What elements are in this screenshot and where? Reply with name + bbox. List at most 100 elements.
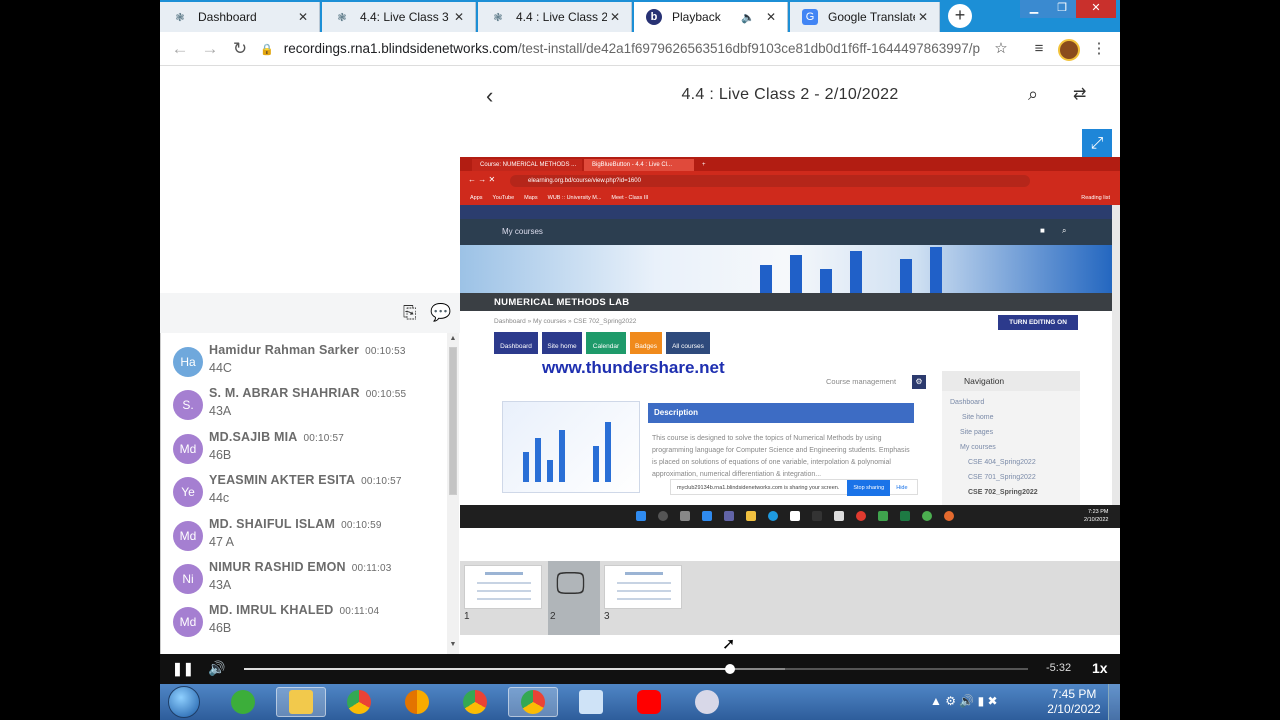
bookmark-star-icon[interactable]: ☆ [990, 38, 1012, 60]
remote-desktop-glyph [579, 690, 603, 714]
navigation-block: Navigation Dashboard Site home Site page… [942, 371, 1080, 511]
volume-icon[interactable]: 🔊 [208, 660, 225, 677]
windows-logo-icon [636, 511, 646, 521]
speaker-icon[interactable]: 🔈 [741, 11, 755, 24]
course-management-label: Course management [826, 377, 897, 386]
slide-thumbnail-active[interactable]: 🖵 [548, 561, 600, 635]
snipping-tool-icon[interactable] [682, 687, 732, 717]
chrome-canary-icon[interactable] [392, 687, 442, 717]
bookmark: Maps [524, 195, 538, 201]
chrome-profile-icon[interactable] [450, 687, 500, 717]
close-window-button[interactable]: ✕ [1076, 0, 1116, 18]
tab-title: Playback [672, 10, 721, 24]
nav-allcourses-button: All courses [666, 332, 710, 354]
folder-glyph [289, 690, 313, 714]
slide-thumbnail[interactable] [464, 565, 542, 609]
minimize-button[interactable]: ▁ [1020, 0, 1048, 18]
tab-google-translate[interactable]: G Google Translate ✕ [790, 2, 940, 32]
copy-icon[interactable]: ⎘ [403, 303, 417, 323]
chrome-icon[interactable] [334, 687, 384, 717]
chat-scrollbar[interactable]: ▲ ▼ [447, 333, 459, 654]
nav-item: Dashboard [950, 399, 985, 406]
pause-icon[interactable]: ❚❚ [172, 661, 194, 677]
message-text: 44C [209, 361, 232, 375]
message-text: 46B [209, 448, 232, 462]
close-icon[interactable]: ✕ [915, 10, 931, 24]
sender-name: S. M. ABRAR SHAHRIAR [209, 386, 360, 400]
scrollbar-thumb[interactable] [449, 347, 457, 495]
tab-live-class-3[interactable]: ❃ 4.4: Live Class 3 ✕ [322, 2, 476, 32]
scroll-up-arrow-icon[interactable]: ▲ [449, 335, 457, 342]
chat-message: Ha Hamidur Rahman Sarker 00:10:53 44C [171, 343, 441, 387]
sender-name: MD. SHAIFUL ISLAM [209, 517, 336, 531]
close-icon[interactable]: ✕ [451, 10, 467, 24]
close-icon[interactable]: ✕ [607, 10, 623, 24]
chat-message: Ye YEASMIN AKTER ESITA 00:10:57 44c [171, 473, 441, 517]
forward-arrow-icon[interactable]: → [198, 38, 222, 60]
tab-dashboard[interactable]: ❃ Dashboard ✕ [160, 2, 320, 32]
close-icon[interactable]: ✕ [763, 10, 779, 24]
file-explorer-icon[interactable] [276, 687, 326, 717]
chat-icon[interactable]: 💬 [430, 303, 451, 323]
new-tab-button[interactable]: + [948, 4, 972, 28]
video-site-navbar: My courses ■ ⌕ [460, 219, 1112, 245]
back-arrow-icon[interactable]: ← [168, 38, 192, 60]
chrome-active-icon[interactable] [508, 687, 558, 717]
bookmark: WUB :: University M... [547, 195, 602, 201]
swap-icon[interactable]: ⇄ [1073, 84, 1086, 104]
monitor-icon: 🖵 [556, 567, 585, 600]
remote-desktop-icon[interactable] [566, 687, 616, 717]
maximize-button[interactable]: ❐ [1048, 0, 1076, 18]
firefox-icon [944, 511, 954, 521]
bolt-icon [812, 511, 822, 521]
banner-bar [930, 247, 942, 295]
bookmark-icon: ■ [1040, 226, 1045, 235]
search-icon[interactable]: ⌕ [1028, 84, 1038, 105]
chat-messages: Ha Hamidur Rahman Sarker 00:10:53 44C S. … [160, 333, 460, 654]
youtube-icon[interactable] [624, 687, 674, 717]
thumb-line [617, 590, 671, 592]
seek-bar[interactable] [244, 664, 1028, 674]
tab-live-class-2[interactable]: ❃ 4.4 : Live Class 2 ✕ [478, 2, 632, 32]
media-center-icon[interactable] [218, 687, 268, 717]
close-icon[interactable]: ✕ [295, 10, 311, 24]
watermark-text: www.thundershare.net [542, 358, 725, 377]
fullscreen-button[interactable]: ⤢ [1082, 129, 1112, 159]
profile-avatar[interactable] [1058, 39, 1080, 61]
banner-bar [850, 251, 862, 295]
slide-thumbnail[interactable] [604, 565, 682, 609]
taskbar-clock[interactable]: 7:45 PM 2/10/2022 [1042, 687, 1106, 717]
opera-icon [856, 511, 866, 521]
chat-message: S. S. M. ABRAR SHAHRIAR 00:10:55 43A [171, 386, 441, 430]
store-icon [790, 511, 800, 521]
video-tab-course: Course: NUMERICAL METHODS ... [472, 159, 582, 171]
avatar: Md [173, 607, 203, 637]
system-tray-icons[interactable]: ▲ ⚙ 🔊 ▮ ✖ [930, 694, 998, 708]
scroll-down-arrow-icon[interactable]: ▼ [449, 641, 457, 648]
reading-list: Reading list [1081, 195, 1110, 201]
tab-playback[interactable]: b Playback 🔈 ✕ [634, 2, 788, 32]
tab-title: Dashboard [198, 10, 257, 24]
reload-icon[interactable]: ↻ [228, 38, 252, 60]
video-browser-tabs: Course: NUMERICAL METHODS ... BigBlueBut… [460, 157, 1120, 171]
chrome-icon [922, 511, 932, 521]
avatar: Md [173, 521, 203, 551]
message-text: 46B [209, 621, 232, 635]
reading-list-icon[interactable]: ≡ [1028, 38, 1050, 60]
speed-button[interactable]: 1x [1092, 660, 1108, 676]
show-desktop-button[interactable] [1108, 684, 1120, 720]
stop-sharing-button: Stop sharing [847, 480, 891, 496]
player-controls: ❚❚ 🔊 -5:32 1x [160, 654, 1120, 684]
screenshare-video[interactable]: Course: NUMERICAL METHODS ... BigBlueBut… [460, 157, 1120, 528]
menu-icon[interactable]: ⋮ [1088, 38, 1110, 60]
address-bar[interactable]: 🔒 recordings.rna1.blindsidenetworks.com/t… [260, 37, 980, 61]
video-clock-date: 2/10/2022 [1084, 517, 1109, 523]
nav-sitehome-button: Site home [542, 332, 582, 354]
avatar: Md [173, 434, 203, 464]
avatar: Ni [173, 564, 203, 594]
banner-bar [790, 255, 802, 295]
start-orb-icon[interactable] [168, 686, 200, 718]
description-text: This course is designed to solve the top… [652, 435, 910, 478]
video-address-bar: ← → ✕ elearning.org.bd/course/view.php?i… [460, 171, 1120, 191]
seek-handle[interactable] [725, 664, 736, 674]
